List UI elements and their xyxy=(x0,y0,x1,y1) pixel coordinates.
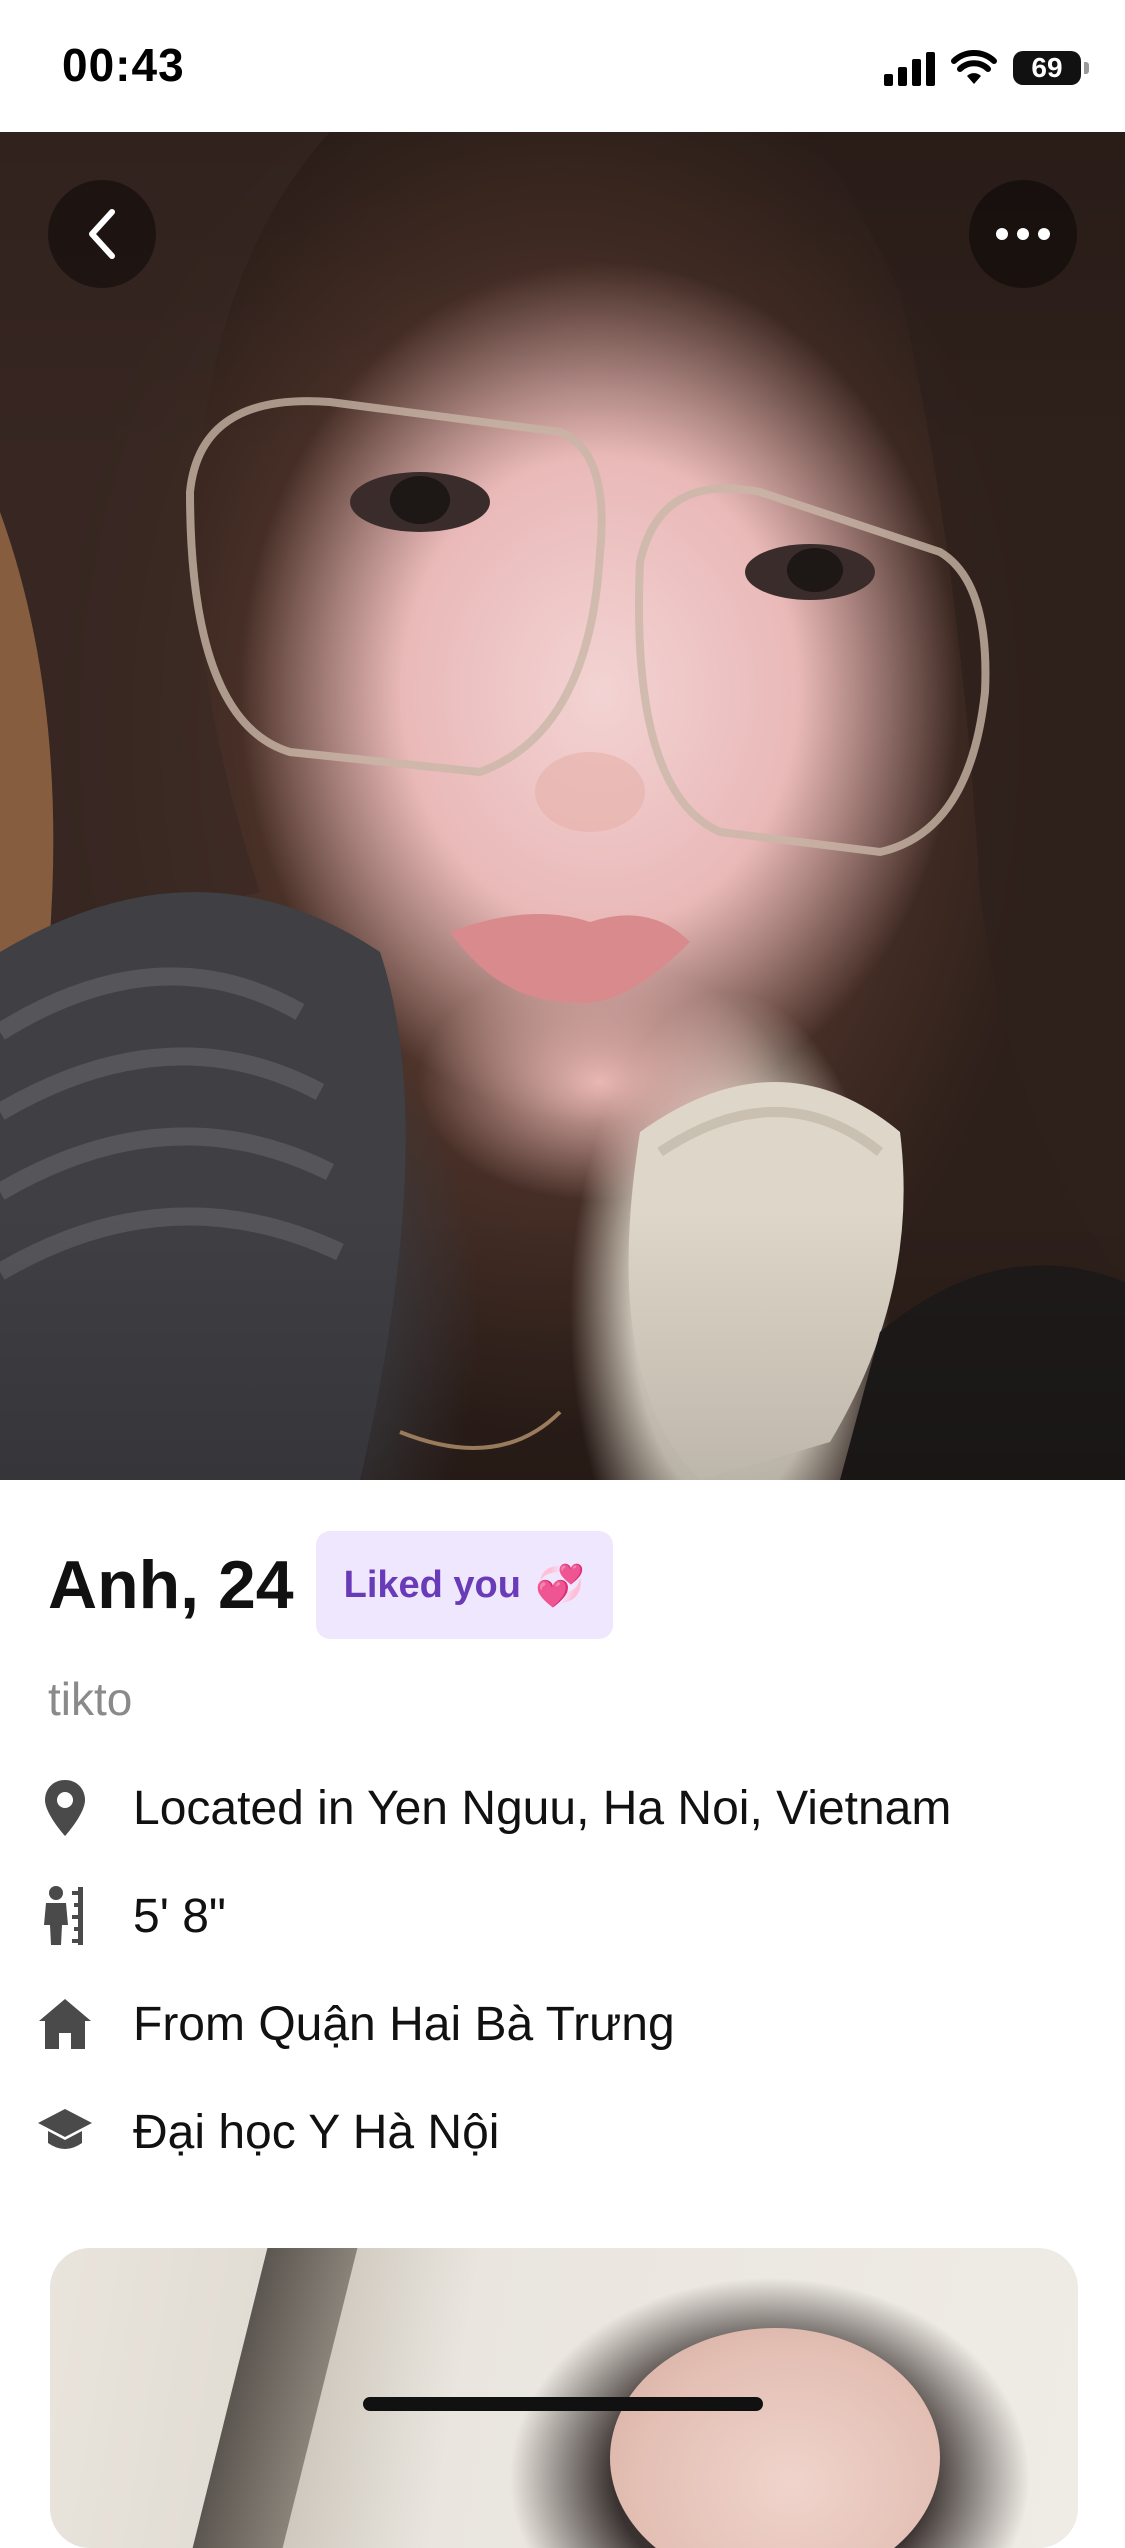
social-handle: tikto xyxy=(48,1673,133,1725)
detail-education: Đại học Y Hà Nội xyxy=(0,2084,1125,2180)
location-pin-icon xyxy=(36,1776,94,1840)
status-bar: 00:43 69 xyxy=(0,0,1125,132)
cellular-signal-icon xyxy=(884,50,935,86)
profile-name-age: Anh, 24 xyxy=(48,1547,294,1623)
liked-you-badge: Liked you 💞 xyxy=(315,1531,613,1639)
chevron-left-icon xyxy=(89,209,115,259)
home-icon xyxy=(36,1992,94,2056)
handle-redaction xyxy=(160,1676,720,1732)
battery-level: 69 xyxy=(1031,52,1063,83)
photo-shade xyxy=(0,132,1125,1480)
detail-education-text: Đại học Y Hà Nội xyxy=(133,2105,500,2159)
home-indicator[interactable] xyxy=(363,2397,763,2411)
status-time: 00:43 xyxy=(62,39,185,91)
back-button[interactable] xyxy=(48,180,156,288)
detail-height: 5' 8" xyxy=(0,1868,1125,1964)
detail-location-text: Located in Yen Nguu, Ha Noi, Vietnam xyxy=(133,1781,952,1835)
height-icon xyxy=(36,1884,94,1948)
education-icon xyxy=(36,2100,94,2164)
social-handle-row: tikto xyxy=(48,1672,1088,1736)
detail-hometown-text: From Quận Hai Bà Trưng xyxy=(133,1997,675,2051)
name-row: Anh, 24 Liked you 💞 xyxy=(48,1530,613,1640)
profile-photo-main[interactable] xyxy=(0,132,1125,1480)
liked-you-label: Liked you xyxy=(343,1563,521,1606)
photo2-content xyxy=(610,2328,940,2548)
ellipsis-icon xyxy=(996,228,1050,240)
detail-height-text: 5' 8" xyxy=(133,1889,226,1943)
photo2-doorframe xyxy=(192,2248,358,2548)
detail-hometown: From Quận Hai Bà Trưng xyxy=(0,1976,1125,2072)
hearts-emoji-icon: 💞 xyxy=(534,1563,585,1608)
battery-icon: 69 xyxy=(1013,51,1089,85)
detail-location: Located in Yen Nguu, Ha Noi, Vietnam xyxy=(0,1760,1125,1856)
status-icons: 69 xyxy=(884,44,1089,92)
more-options-button[interactable] xyxy=(969,180,1077,288)
wifi-icon xyxy=(951,50,997,84)
